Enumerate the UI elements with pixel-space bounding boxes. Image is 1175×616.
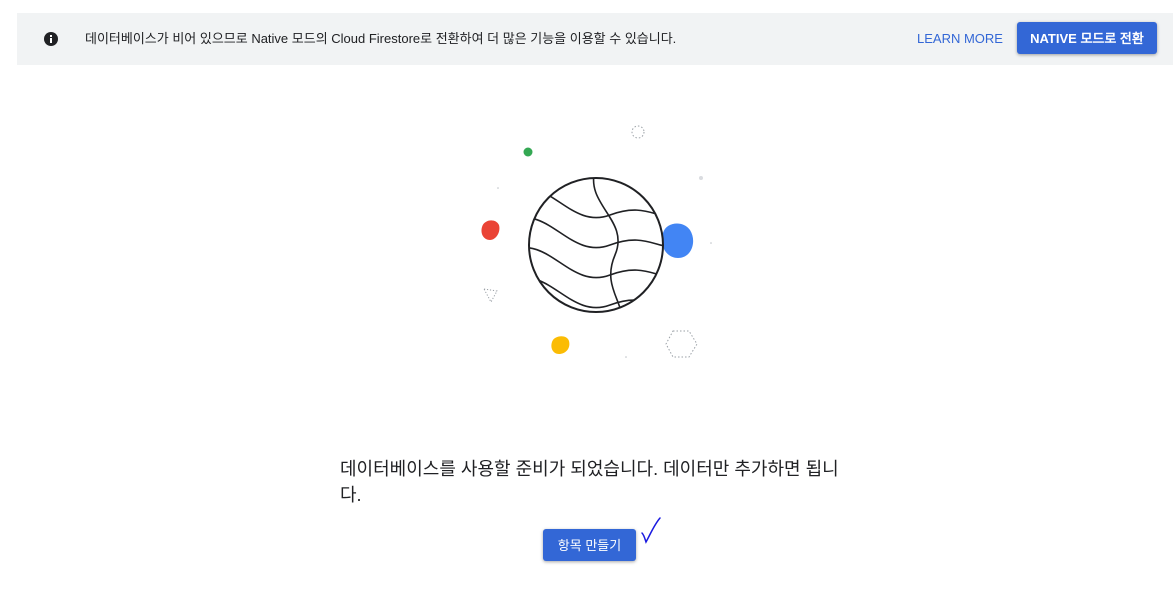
small-dot-decoration: [497, 187, 499, 189]
small-dot-decoration: [625, 356, 627, 358]
learn-more-link[interactable]: LEARN MORE: [909, 24, 1011, 54]
info-icon: [44, 32, 58, 46]
info-banner: 데이터베이스가 비어 있으므로 Native 모드의 Cloud Firesto…: [17, 13, 1173, 65]
red-blob-decoration: [481, 220, 500, 240]
dotted-triangle-decoration: [483, 288, 498, 304]
dotted-circle-decoration: [631, 125, 645, 139]
small-dot-decoration: [710, 242, 712, 244]
empty-database-message: 데이터베이스를 사용할 준비가 되었습니다. 데이터만 추가하면 됩니다.: [340, 459, 839, 505]
globe-icon: [528, 177, 664, 313]
globe-illustration: [481, 125, 712, 358]
switch-to-native-mode-button[interactable]: NATIVE 모드로 전환: [1017, 22, 1157, 54]
green-dot-decoration: [523, 147, 533, 157]
small-dot-decoration: [699, 176, 703, 180]
blue-blob-decoration: [661, 223, 694, 258]
yellow-blob-decoration: [551, 336, 570, 354]
dotted-hexagon-decoration: [665, 330, 698, 358]
create-entity-button[interactable]: 항목 만들기: [543, 529, 636, 561]
check-mark-annotation: [641, 517, 661, 544]
banner-message: 데이터베이스가 비어 있으므로 Native 모드의 Cloud Firesto…: [85, 31, 677, 46]
